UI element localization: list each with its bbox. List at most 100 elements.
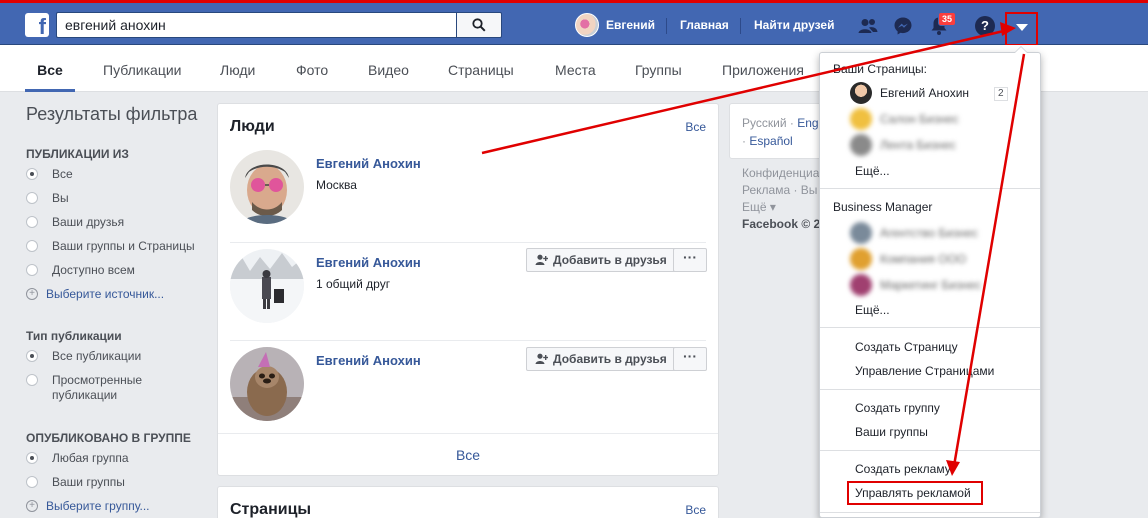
plus-icon: + [26,500,38,512]
page-avatar [850,82,872,104]
filter-group-post-type: Тип публикации Все публикации Просмотрен… [26,329,206,413]
pages-see-all-link[interactable]: Все [685,503,706,517]
business-avatar [850,274,872,296]
business-more-link[interactable]: Ещё... [855,303,890,317]
choose-group-label: Выберите группу... [46,499,150,513]
filter-option[interactable]: Доступно всем [26,263,206,287]
people-see-all-button[interactable]: Все [218,433,718,475]
top-navigation-bar: f евгений анохин Евгений Главная Найти д… [0,0,1148,46]
account-menu-button[interactable] [1005,12,1038,46]
person-name-link[interactable]: Евгений Анохин [316,255,421,270]
help-icon[interactable]: ? [975,16,995,36]
page-avatar [850,134,872,156]
person-name-link[interactable]: Евгений Анохин [316,156,421,171]
page-item[interactable]: Евгений Анохин [850,82,969,104]
create-group-item[interactable]: Создать группу [855,401,940,415]
filter-option-label: Доступно всем [52,263,135,277]
filter-option-label: Все публикации [52,349,142,363]
divider [740,18,741,34]
filter-option[interactable]: Все [26,167,206,191]
page-item-label: Салон Бизнес [880,112,959,126]
find-friends-link[interactable]: Найти друзей [754,12,834,38]
tab-videos[interactable]: Видео [368,45,409,92]
search-input[interactable]: евгений анохин [56,12,456,38]
business-item-label: Компания ООО [880,252,967,266]
people-see-all-link[interactable]: Все [685,120,706,134]
filter-option-label: Любая группа [52,451,129,465]
radio-selected-icon [26,350,38,362]
more-options-button[interactable]: ··· [673,248,707,272]
business-item[interactable]: Маркетинг Бизнес [850,274,981,296]
filter-option-label: Вы [52,191,69,205]
filter-option-label: Просмотренные публикации [52,373,143,402]
facebook-logo[interactable]: f [25,13,49,37]
more-link[interactable]: Ещё ▾ [742,199,822,216]
choose-source-link[interactable]: + Выберите источник... [26,287,206,311]
person-name-link[interactable]: Евгений Анохин [316,353,421,368]
current-language: Русский [742,116,787,130]
divider [820,188,1040,189]
manage-ads-highlight-box [847,481,983,505]
messenger-button[interactable] [892,15,914,37]
ads-link[interactable]: Реклама · Вы [742,182,822,199]
business-item[interactable]: Агентство Бизнес [850,222,978,244]
page-item[interactable]: Лента Бизнес [850,134,956,156]
search-button[interactable] [456,12,502,38]
page-item-label: Лента Бизнес [880,138,956,152]
add-friend-label: Добавить в друзья [553,352,667,366]
filter-option-label: Все [52,167,73,181]
divider [820,512,1040,513]
add-friend-button[interactable]: Добавить в друзья [526,347,676,371]
choose-source-label: Выберите источник... [46,287,165,301]
filters-title: Результаты фильтра [26,104,198,124]
filter-option[interactable]: Любая группа [26,451,206,475]
tab-groups[interactable]: Группы [635,45,682,92]
business-manager-heading: Business Manager [833,200,933,214]
person-subtitle: Москва [316,178,357,192]
filter-option[interactable]: Вы [26,191,206,215]
pages-more-link[interactable]: Ещё... [855,164,890,178]
tab-posts[interactable]: Публикации [103,45,181,92]
language-spanish-link[interactable]: Español [749,134,792,148]
search-icon [472,18,486,32]
profile-link[interactable]: Евгений [575,12,655,38]
filter-group-posted-in-group: ОПУБЛИКОВАНО В ГРУППЕ Любая группа Ваши … [26,431,206,518]
radio-selected-icon [26,452,38,464]
filter-option[interactable]: Ваши друзья [26,215,206,239]
business-item[interactable]: Компания ООО [850,248,967,270]
divider [666,18,667,34]
choose-group-link[interactable]: + Выберите группу... [26,499,206,518]
create-page-item[interactable]: Создать Страницу [855,340,958,354]
business-avatar [850,222,872,244]
privacy-link[interactable]: Конфиденциа [742,165,822,182]
add-friend-button[interactable]: Добавить в друзья [526,248,676,272]
filter-option-label: Ваши группы и Страницы [52,239,195,253]
your-pages-heading: Ваши Страницы: [833,62,928,76]
language-english-link[interactable]: Engl [797,116,821,130]
tab-pages[interactable]: Страницы [448,45,514,92]
person-photo[interactable] [230,150,304,224]
manage-pages-item[interactable]: Управление Страницами [855,364,994,378]
radio-icon [26,476,38,488]
page-item[interactable]: Салон Бизнес [850,108,959,130]
person-photo[interactable] [230,347,304,421]
home-link[interactable]: Главная [680,12,729,38]
person-photo[interactable] [230,249,304,323]
filter-option[interactable]: Просмотренные публикации [26,373,206,413]
tab-people[interactable]: Люди [220,45,255,92]
filter-option[interactable]: Все публикации [26,349,206,373]
more-options-button[interactable]: ··· [673,347,707,371]
create-ad-item[interactable]: Создать рекламу [855,462,951,476]
person-subtitle: 1 общий друг [316,277,391,291]
your-groups-item[interactable]: Ваши группы [855,425,928,439]
separator: · [742,134,746,148]
tab-places[interactable]: Места [555,45,596,92]
tab-apps[interactable]: Приложения [722,45,804,92]
friend-requests-button[interactable] [857,15,879,37]
filter-option[interactable]: Ваши группы и Страницы [26,239,206,263]
tab-photos[interactable]: Фото [296,45,328,92]
plus-icon: + [26,288,38,300]
tab-all[interactable]: Все [25,45,75,92]
messenger-icon [894,17,912,35]
filter-option[interactable]: Ваши группы [26,475,206,499]
